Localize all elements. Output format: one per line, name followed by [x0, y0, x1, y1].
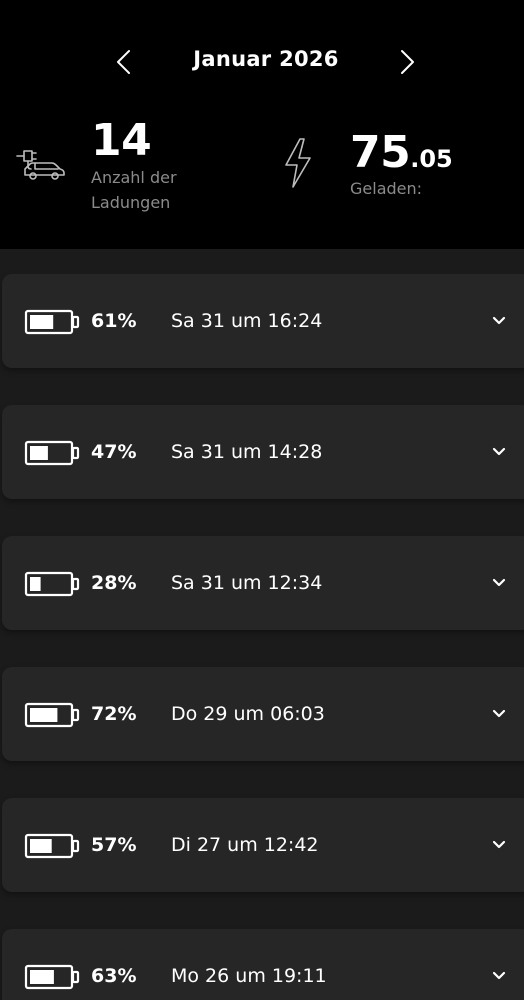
ev-car-plug-icon — [16, 150, 65, 180]
session-datetime: Sa 31 um 14:28 — [171, 441, 323, 463]
charge-percent: 63% — [91, 965, 137, 987]
battery-icon — [24, 571, 80, 597]
energy-charged-value: 75.05 — [350, 131, 453, 181]
next-month-button[interactable] — [393, 46, 423, 78]
chevron-down-icon[interactable] — [491, 577, 507, 589]
session-datetime: Di 27 um 12:42 — [171, 834, 319, 856]
energy-value-integer: 75 — [350, 127, 411, 178]
chevron-down-icon[interactable] — [491, 708, 507, 720]
chevron-down-icon[interactable] — [491, 315, 507, 327]
charge-percent: 57% — [91, 834, 137, 856]
session-card[interactable]: 28% Sa 31 um 12:34 — [2, 536, 524, 630]
battery-level-fill — [30, 708, 58, 722]
chevron-left-icon — [117, 50, 130, 74]
battery-icon — [24, 964, 80, 990]
charging-history-screen: Januar 2026 14 Anzahl der Ladungen 75.05… — [0, 0, 524, 1000]
session-card[interactable]: 57% Di 27 um 12:42 — [2, 798, 524, 892]
session-card[interactable]: 47% Sa 31 um 14:28 — [2, 405, 524, 499]
session-datetime: Do 29 um 06:03 — [171, 703, 325, 725]
session-datetime: Mo 26 um 19:11 — [171, 965, 327, 987]
lightning-bolt-icon — [285, 138, 311, 188]
session-datetime: Sa 31 um 16:24 — [171, 310, 323, 332]
battery-level-fill — [30, 839, 52, 853]
session-card[interactable]: 61% Sa 31 um 16:24 — [2, 274, 524, 368]
battery-icon — [24, 833, 80, 859]
session-datetime: Sa 31 um 12:34 — [171, 572, 323, 594]
charge-percent: 28% — [91, 572, 137, 594]
charge-percent: 61% — [91, 310, 137, 332]
summary-header: Januar 2026 14 Anzahl der Ladungen 75.05… — [0, 0, 524, 249]
battery-icon — [24, 309, 80, 335]
battery-icon — [24, 440, 80, 466]
session-card[interactable]: 72% Do 29 um 06:03 — [2, 667, 524, 761]
energy-value-decimals: .05 — [410, 145, 453, 173]
charges-count: 14 — [91, 115, 152, 166]
energy-charged-label: Geladen: — [350, 179, 423, 198]
battery-level-fill — [30, 315, 54, 329]
chevron-down-icon[interactable] — [491, 970, 507, 982]
chevron-down-icon[interactable] — [491, 446, 507, 458]
battery-level-fill — [30, 970, 54, 984]
charge-percent: 72% — [91, 703, 137, 725]
session-card[interactable]: 63% Mo 26 um 19:11 — [2, 929, 524, 1000]
charge-percent: 47% — [91, 441, 137, 463]
previous-month-button[interactable] — [108, 46, 138, 78]
month-title: Januar 2026 — [193, 47, 339, 71]
battery-level-fill — [30, 577, 41, 591]
chevron-right-icon — [401, 50, 414, 74]
charges-count-label: Anzahl der Ladungen — [91, 168, 177, 212]
chevron-down-icon[interactable] — [491, 839, 507, 851]
battery-level-fill — [30, 446, 48, 460]
battery-icon — [24, 702, 80, 728]
